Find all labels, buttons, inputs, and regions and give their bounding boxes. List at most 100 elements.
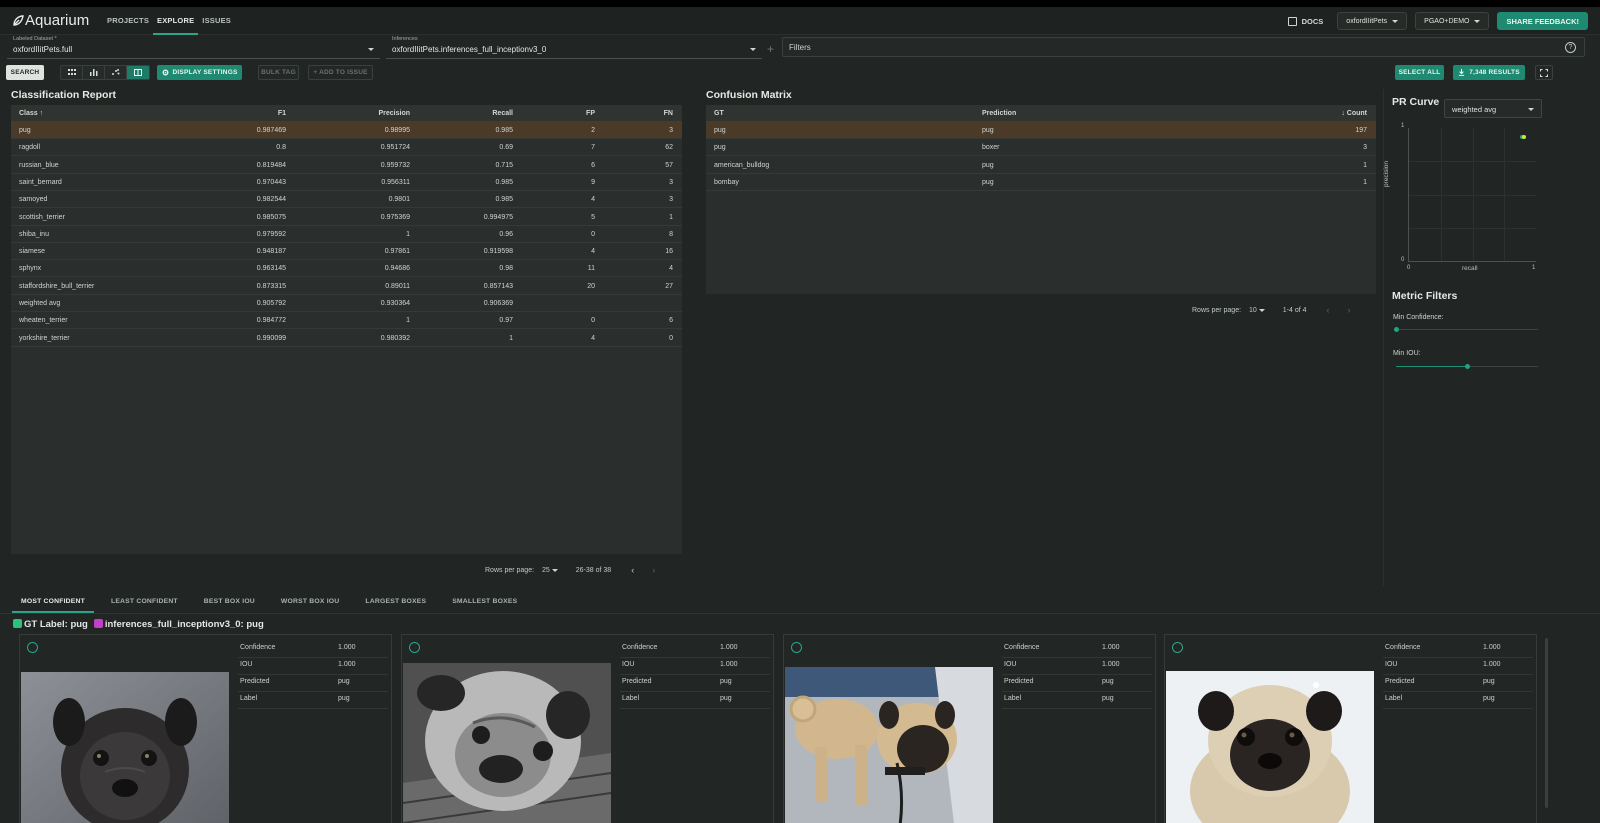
project-select[interactable]: oxfordIIitPets: [1337, 12, 1408, 30]
table-row[interactable]: pug boxer 3: [706, 139, 1376, 157]
select-card-checkbox[interactable]: [791, 642, 802, 653]
fullscreen-button[interactable]: [1535, 65, 1553, 80]
results-download-button[interactable]: 7,348 RESULTS: [1453, 65, 1525, 80]
user-select[interactable]: PGAO+DEMO: [1415, 12, 1490, 30]
table-row[interactable]: wheaten_terrier 0.984772 1 0.97 0 6: [11, 312, 682, 330]
table-row[interactable]: american_bulldog pug 1: [706, 157, 1376, 174]
scatter-view-button[interactable]: [105, 66, 127, 79]
cell-fn: 6: [669, 317, 673, 325]
results-scrollbar[interactable]: [1545, 638, 1548, 808]
pr-curve-class-select[interactable]: weighted avg: [1444, 99, 1542, 118]
col-gt-header[interactable]: GT: [714, 110, 724, 117]
labeled-dataset-select[interactable]: Labeled Dataset * oxfordIIitPets.full: [7, 36, 380, 59]
table-row[interactable]: samoyed 0.982544 0.9801 0.985 4 3: [11, 191, 682, 209]
add-inference-button[interactable]: +: [767, 42, 774, 56]
tab-largest-boxes[interactable]: LARGEST BOXES: [356, 594, 435, 613]
table-row[interactable]: russian_blue 0.819484 0.959732 0.715 6 57: [11, 157, 682, 174]
table-row[interactable]: siamese 0.948187 0.97861 0.919598 4 16: [11, 243, 682, 261]
cell-precision: 0.9801: [388, 196, 410, 204]
select-card-checkbox[interactable]: [409, 642, 420, 653]
table-row[interactable]: yorkshire_terrier 0.990099 0.980392 1 4 0: [11, 330, 682, 347]
share-feedback-button[interactable]: SHARE FEEDBACK!: [1497, 12, 1588, 30]
toolbar: SEARCH DISPLAY SETTINGS BULK TAG + ADD T…: [0, 65, 1600, 81]
col-f1-header[interactable]: F1: [186, 110, 286, 117]
docs-label: DOCS: [1301, 16, 1324, 26]
table-row[interactable]: pug 0.987469 0.98995 0.985 2 3: [11, 122, 682, 139]
docs-link[interactable]: DOCS: [1287, 16, 1324, 26]
col-prediction-header[interactable]: Prediction: [982, 110, 1016, 117]
grid-line: [1409, 194, 1536, 196]
next-page-icon[interactable]: ›: [652, 565, 655, 575]
pug-image[interactable]: [785, 667, 993, 823]
table-row[interactable]: weighted avg 0.905792 0.930364 0.906369: [11, 295, 682, 312]
table-row[interactable]: shiba_inu 0.979592 1 0.96 0 8: [11, 226, 682, 243]
table-row[interactable]: bombay pug 1: [706, 174, 1376, 191]
rows-per-page-select[interactable]: 25: [542, 567, 558, 574]
table-row[interactable]: pug pug 197: [706, 122, 1376, 139]
table-row[interactable]: staffordshire_bull_terrier 0.873315 0.8901…: [11, 278, 682, 295]
help-icon[interactable]: ?: [1565, 42, 1576, 53]
min-iou-slider-fill: [1396, 366, 1467, 367]
analysis-view-button[interactable]: [127, 66, 149, 79]
tab-worst-box-iou[interactable]: WORST BOX IOU: [272, 594, 349, 613]
prev-page-icon[interactable]: ‹: [1327, 305, 1330, 315]
logo[interactable]: Aquarium: [12, 12, 89, 29]
select-card-checkbox[interactable]: [27, 642, 38, 653]
pr-point[interactable]: [1522, 135, 1527, 140]
cell-f1: 0.982544: [256, 196, 286, 204]
rows-per-page-select[interactable]: 10: [1249, 307, 1265, 314]
nav-projects[interactable]: PROJECTS: [103, 7, 153, 35]
table-row[interactable]: sphynx 0.963145 0.94686 0.98 11 4: [11, 260, 682, 278]
table-row[interactable]: scottish_terrier 0.985075 0.975369 0.994975…: [11, 209, 682, 226]
cell-precision: 0.975369: [380, 213, 410, 221]
col-fn-header[interactable]: FN: [573, 110, 673, 117]
tab-most-confident[interactable]: MOST CONFIDENT: [12, 594, 94, 613]
table-row[interactable]: saint_bernard 0.970443 0.956311 0.985 9 3: [11, 174, 682, 191]
y-axis-label: precision: [1383, 160, 1390, 187]
table-row[interactable]: ragdoll 0.8 0.951724 0.69 7 62: [11, 139, 682, 157]
bulk-tag-button[interactable]: BULK TAG: [258, 65, 299, 80]
metadata-key: Predicted: [1385, 678, 1415, 685]
cell-fn: 3: [669, 196, 673, 204]
metadata-value: pug: [720, 678, 732, 685]
select-card-checkbox[interactable]: [1172, 642, 1183, 653]
cell-gt: bombay: [714, 178, 739, 186]
grid-view-button[interactable]: [61, 66, 83, 79]
tab-smallest-boxes[interactable]: SMALLEST BOXES: [443, 594, 526, 613]
histogram-view-button[interactable]: [83, 66, 105, 79]
col-count-header[interactable]: ↓ Count: [1266, 110, 1367, 117]
result-card[interactable]: Confidence 1.000 IOU 1.000 Predicted pug Label…: [401, 634, 774, 823]
select-all-button[interactable]: SELECT ALL: [1395, 65, 1444, 80]
filters-input[interactable]: Filters ?: [782, 37, 1585, 57]
tab-best-box-iou[interactable]: BEST BOX IOU: [195, 594, 264, 613]
result-card[interactable]: Confidence 1.000 IOU 1.000 Predicted pug Label…: [19, 634, 392, 823]
pug-image[interactable]: [1166, 671, 1374, 823]
pug-image[interactable]: [403, 663, 611, 823]
tab-least-confident[interactable]: LEAST CONFIDENT: [102, 594, 187, 613]
result-card[interactable]: Confidence 1.000 IOU 1.000 Predicted pug Label…: [783, 634, 1156, 823]
result-card[interactable]: Confidence 1.000 IOU 1.000 Predicted pug Label…: [1164, 634, 1537, 823]
min-confidence-slider[interactable]: [1396, 329, 1538, 330]
inferences-select[interactable]: Inferences oxfordIIitPets.inferences_ful…: [386, 36, 762, 59]
nav-issues[interactable]: ISSUES: [198, 7, 235, 35]
next-page-icon[interactable]: ›: [1348, 305, 1351, 315]
cell-f1: 0.873315: [256, 282, 286, 290]
pug-image[interactable]: [21, 672, 229, 823]
filters-placeholder: Filters: [789, 43, 811, 52]
rows-per-page-value: 25: [542, 566, 550, 574]
min-iou-slider-handle[interactable]: [1464, 364, 1470, 369]
min-confidence-slider-handle[interactable]: [1393, 327, 1399, 332]
add-to-issue-button[interactable]: + ADD TO ISSUE: [308, 65, 373, 80]
cell-precision: 0.89011: [385, 282, 410, 290]
display-settings-button[interactable]: DISPLAY SETTINGS: [157, 65, 242, 80]
prev-page-icon[interactable]: ‹: [631, 565, 634, 575]
col-precision-header[interactable]: Precision: [310, 110, 410, 117]
card-metadata: Confidence 1.000 IOU 1.000 Predicted pug Label…: [1002, 641, 1152, 709]
search-button[interactable]: SEARCH: [6, 65, 44, 80]
metadata-key: Predicted: [1004, 678, 1034, 685]
cell-precision: 0.956311: [381, 178, 410, 186]
gt-color-swatch: [13, 619, 22, 628]
nav-explore[interactable]: EXPLORE: [153, 7, 199, 35]
col-class-header[interactable]: Class ↑: [19, 110, 43, 117]
metadata-value: pug: [1102, 678, 1114, 685]
